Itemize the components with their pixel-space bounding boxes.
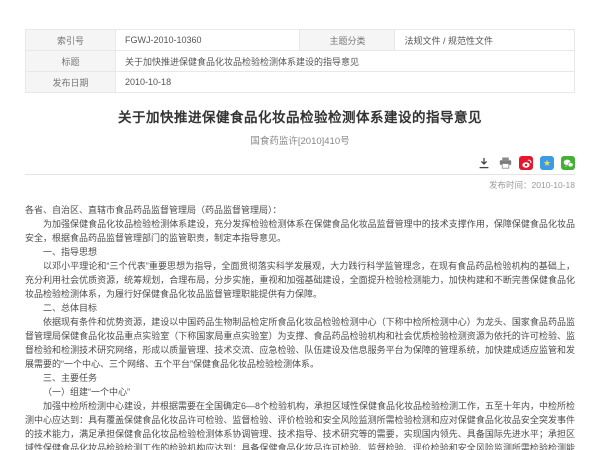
share-toolbar: ★ (25, 156, 575, 175)
meta-table: 索引号 FGWJ-2010-10360 主题分类 法规文件 / 规范性文件 标题… (25, 29, 575, 93)
doc-number: 国食药监许[2010]410号 (25, 133, 575, 147)
meta-row-title: 标题 关于加快推进保健食品化妆品检验检测体系建设的指导意见 (26, 51, 575, 72)
section-heading-2: 二、总体目标 (25, 301, 575, 315)
publish-time-label: 发布时间： (489, 180, 532, 190)
section-heading-3: 三、主要任务 (25, 371, 575, 385)
meta-value-category: 法规文件 / 规范性文件 (395, 30, 575, 51)
meta-row-index-category: 索引号 FGWJ-2010-10360 主题分类 法规文件 / 规范性文件 (26, 30, 575, 51)
wechat-share-icon[interactable] (561, 156, 575, 170)
publish-time-value: 2010-10-18 (532, 180, 575, 190)
salutation: 各省、自治区、直辖市食品药品监督管理局（药品监督管理局）： (25, 203, 575, 217)
download-icon[interactable] (477, 157, 491, 170)
meta-label-index: 索引号 (26, 30, 116, 51)
meta-value-index: FGWJ-2010-10360 (116, 30, 300, 51)
meta-value-title: 关于加快推进保健食品化妆品检验检测体系建设的指导意见 (116, 51, 575, 72)
qzone-share-icon[interactable]: ★ (540, 156, 554, 170)
document-body: 各省、自治区、直辖市食品药品监督管理局（药品监督管理局）： 为加强保健食品化妆品… (25, 203, 575, 450)
weibo-share-icon[interactable] (519, 156, 533, 170)
meta-label-title: 标题 (26, 51, 116, 72)
paragraph: 为加强保健食品化妆品检验检测体系建设，充分发挥检验检测体系在保健食品化妆品监督管… (25, 217, 575, 245)
paragraph: 加强中检所检测中心建设，并根据需要在全国确定6—8个检验机构，承担区域性保健食品… (25, 399, 575, 450)
section-heading-1: 一、指导思想 (25, 245, 575, 259)
print-icon[interactable] (498, 157, 512, 170)
meta-value-date: 2010-10-18 (116, 72, 575, 93)
meta-row-date: 发布日期 2010-10-18 (26, 72, 575, 93)
document-page: 索引号 FGWJ-2010-10360 主题分类 法规文件 / 规范性文件 标题… (0, 0, 600, 450)
subsection-heading: （一）组建“一个中心” (25, 385, 575, 399)
paragraph: 以邓小平理论和“三个代表”重要思想为指导，全面贯彻落实科学发展观，大力践行科学监… (25, 259, 575, 301)
publish-time: 发布时间：2010-10-18 (25, 179, 575, 191)
meta-label-category: 主题分类 (300, 30, 395, 51)
meta-label-date: 发布日期 (26, 72, 116, 93)
paragraph: 依据现有条件和优势资源，建设以中国药品生物制品检定所食品化妆品检验检测中心（下称… (25, 315, 575, 371)
page-title: 关于加快推进保健食品化妆品检验检测体系建设的指导意见 (25, 106, 575, 126)
